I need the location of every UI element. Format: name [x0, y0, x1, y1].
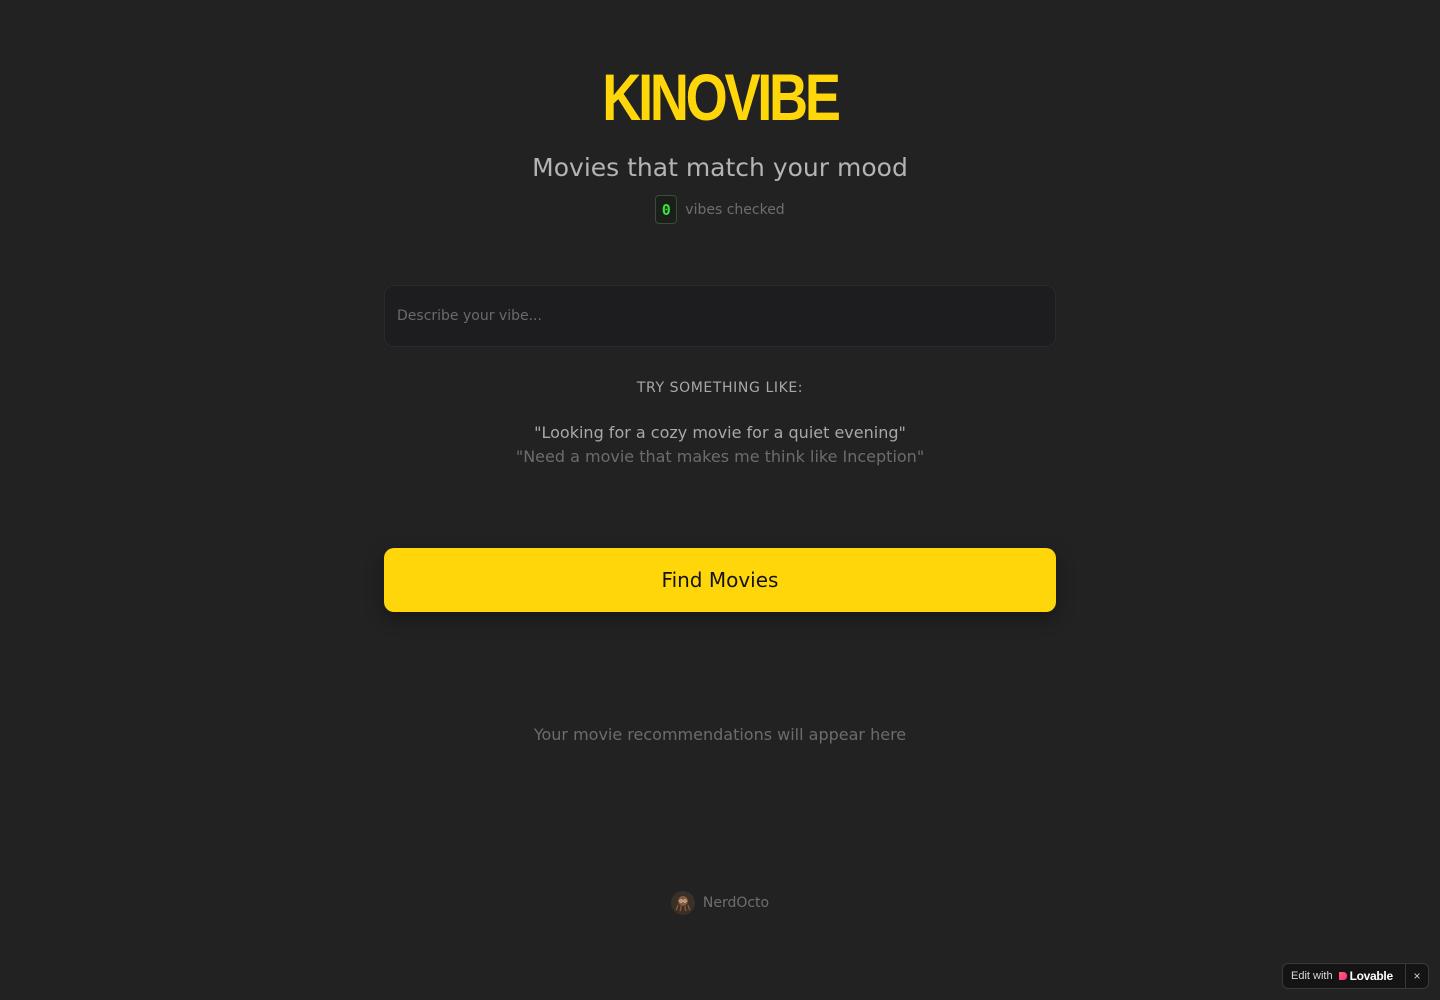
edit-with-label: Edit with	[1291, 970, 1333, 982]
page: KINOVIBE Movies that match your mood 0 v…	[0, 0, 1440, 1000]
app-logo: KINOVIBE	[602, 60, 841, 134]
counter-label: vibes checked	[685, 201, 785, 218]
find-movies-button[interactable]: Find Movies	[384, 548, 1056, 612]
author-credit[interactable]: NerdOcto	[0, 891, 1440, 915]
edit-with-lovable-link[interactable]: Edit with Lovable	[1291, 969, 1405, 983]
heart-icon	[1338, 972, 1347, 980]
suggestion-item[interactable]: "Need a movie that makes me think like I…	[0, 445, 1440, 469]
page-subtitle: Movies that match your mood	[532, 153, 908, 182]
octopus-avatar-icon	[675, 896, 691, 912]
suggestions-heading: TRY SOMETHING LIKE:	[636, 380, 804, 396]
lovable-brand: Lovable	[1338, 969, 1393, 983]
vibes-counter: 0 vibes checked	[0, 195, 1440, 224]
results-placeholder: Your movie recommendations will appear h…	[533, 725, 907, 744]
avatar	[670, 891, 695, 915]
suggestion-list: "Looking for a cozy movie for a quiet ev…	[0, 421, 1440, 469]
suggestion-item[interactable]: "Looking for a cozy movie for a quiet ev…	[0, 421, 1440, 445]
author-name[interactable]: NerdOcto	[703, 895, 769, 911]
counter-value: 0	[655, 195, 678, 224]
brand-label: Lovable	[1349, 969, 1394, 983]
close-icon[interactable]: ×	[1405, 964, 1428, 988]
lovable-badge: Edit with Lovable ×	[1282, 963, 1429, 989]
vibe-input[interactable]	[384, 285, 1056, 347]
